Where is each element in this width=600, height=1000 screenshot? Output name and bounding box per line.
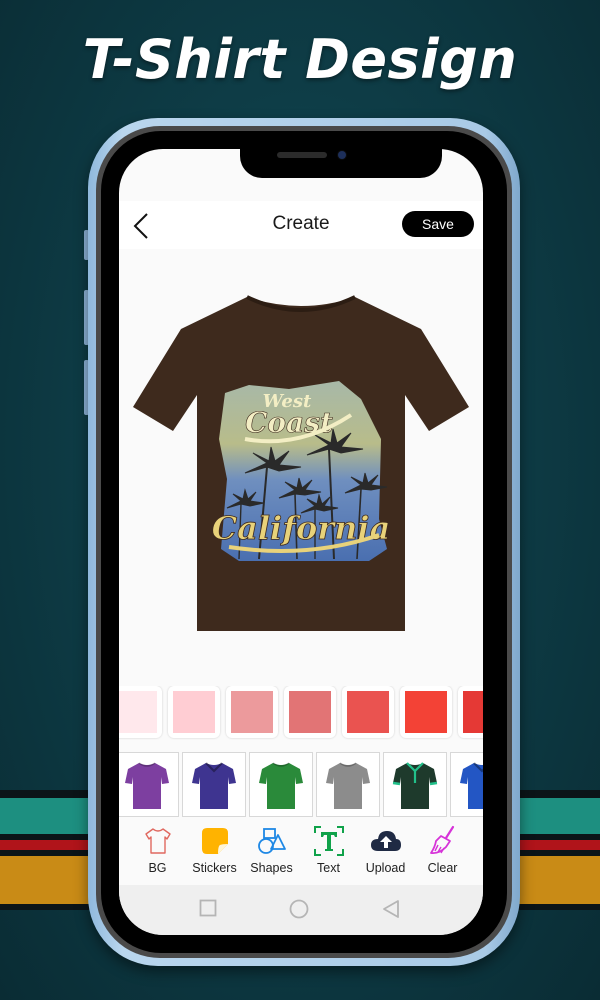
tool-text[interactable]: Text [300,821,357,885]
phone-camera [338,151,346,159]
tshirt-preview[interactable]: West Coast California [129,289,473,639]
print-graphic: West Coast California [211,381,391,561]
android-nav-bar [119,885,483,935]
phone-speaker [277,152,327,158]
tshirt-thumbnail-icon [326,761,370,809]
shapes-icon [257,828,286,854]
app-header: Create Save [119,201,483,249]
tshirt-thumbnail-icon [460,761,483,809]
tool-label: BG [148,861,167,875]
shirt-option-blue-polo[interactable] [450,752,483,817]
tool-label: Shapes [250,861,293,875]
tool-label: Text [317,861,340,875]
recents-button[interactable] [199,899,217,922]
circle-icon [289,899,309,919]
swatch-fill [463,691,483,733]
color-swatch[interactable] [342,686,394,738]
square-icon [199,899,217,917]
shirt-option-darkgreen-polo[interactable] [383,752,447,817]
shirt-option-indigo-polo[interactable] [182,752,246,817]
tool-shapes[interactable]: Shapes [243,821,300,885]
tool-stickers[interactable]: Stickers [186,821,243,885]
tshirt-thumbnail-icon [125,761,169,809]
swatch-fill [289,691,331,733]
cloud-upload-icon [370,831,401,851]
tshirt-outline-icon [144,828,171,854]
color-swatch[interactable] [284,686,336,738]
tshirt-thumbnail-icon [392,761,438,809]
design-canvas[interactable]: West Coast California [119,249,483,679]
broom-icon [429,825,454,855]
tool-label: Upload [365,861,406,875]
triangle-back-icon [383,900,399,918]
shirt-option-gray-tshirt[interactable] [316,752,380,817]
tool-upload[interactable]: Upload [357,821,414,885]
app-screen: Create Save West Coast California BG Sti… [119,149,483,935]
swatch-fill [347,691,389,733]
print-text-coast: Coast [245,406,333,439]
color-swatch[interactable] [119,686,162,738]
swatch-fill [119,691,157,733]
swatch-fill [405,691,447,733]
tool-bg[interactable]: BG [129,821,186,885]
tool-label: Stickers [192,861,237,875]
home-button[interactable] [289,899,309,924]
text-icon [313,826,344,856]
color-swatch[interactable] [168,686,220,738]
tshirt-thumbnail-icon [259,761,303,809]
promo-headline: T-Shirt Design [82,28,518,91]
swatch-fill [231,691,273,733]
tool-label: Clear [427,861,458,875]
tool-bar: BG Stickers Shapes Text Upload Clear [119,821,483,885]
color-swatch[interactable] [226,686,278,738]
shirt-style-strip[interactable] [119,752,483,818]
tshirt-thumbnail-icon [192,761,236,809]
sticker-icon [201,828,228,854]
swatch-fill [173,691,215,733]
shirt-option-green-tshirt[interactable] [249,752,313,817]
tool-clear[interactable]: Clear [414,821,471,885]
color-swatch[interactable] [400,686,452,738]
phone-notch [240,140,442,178]
color-swatch[interactable] [458,686,483,738]
color-swatch-strip[interactable] [119,686,483,744]
shirt-option-purple-tshirt[interactable] [119,752,179,817]
nav-back-button[interactable] [382,899,400,924]
save-button[interactable]: Save [402,211,474,237]
